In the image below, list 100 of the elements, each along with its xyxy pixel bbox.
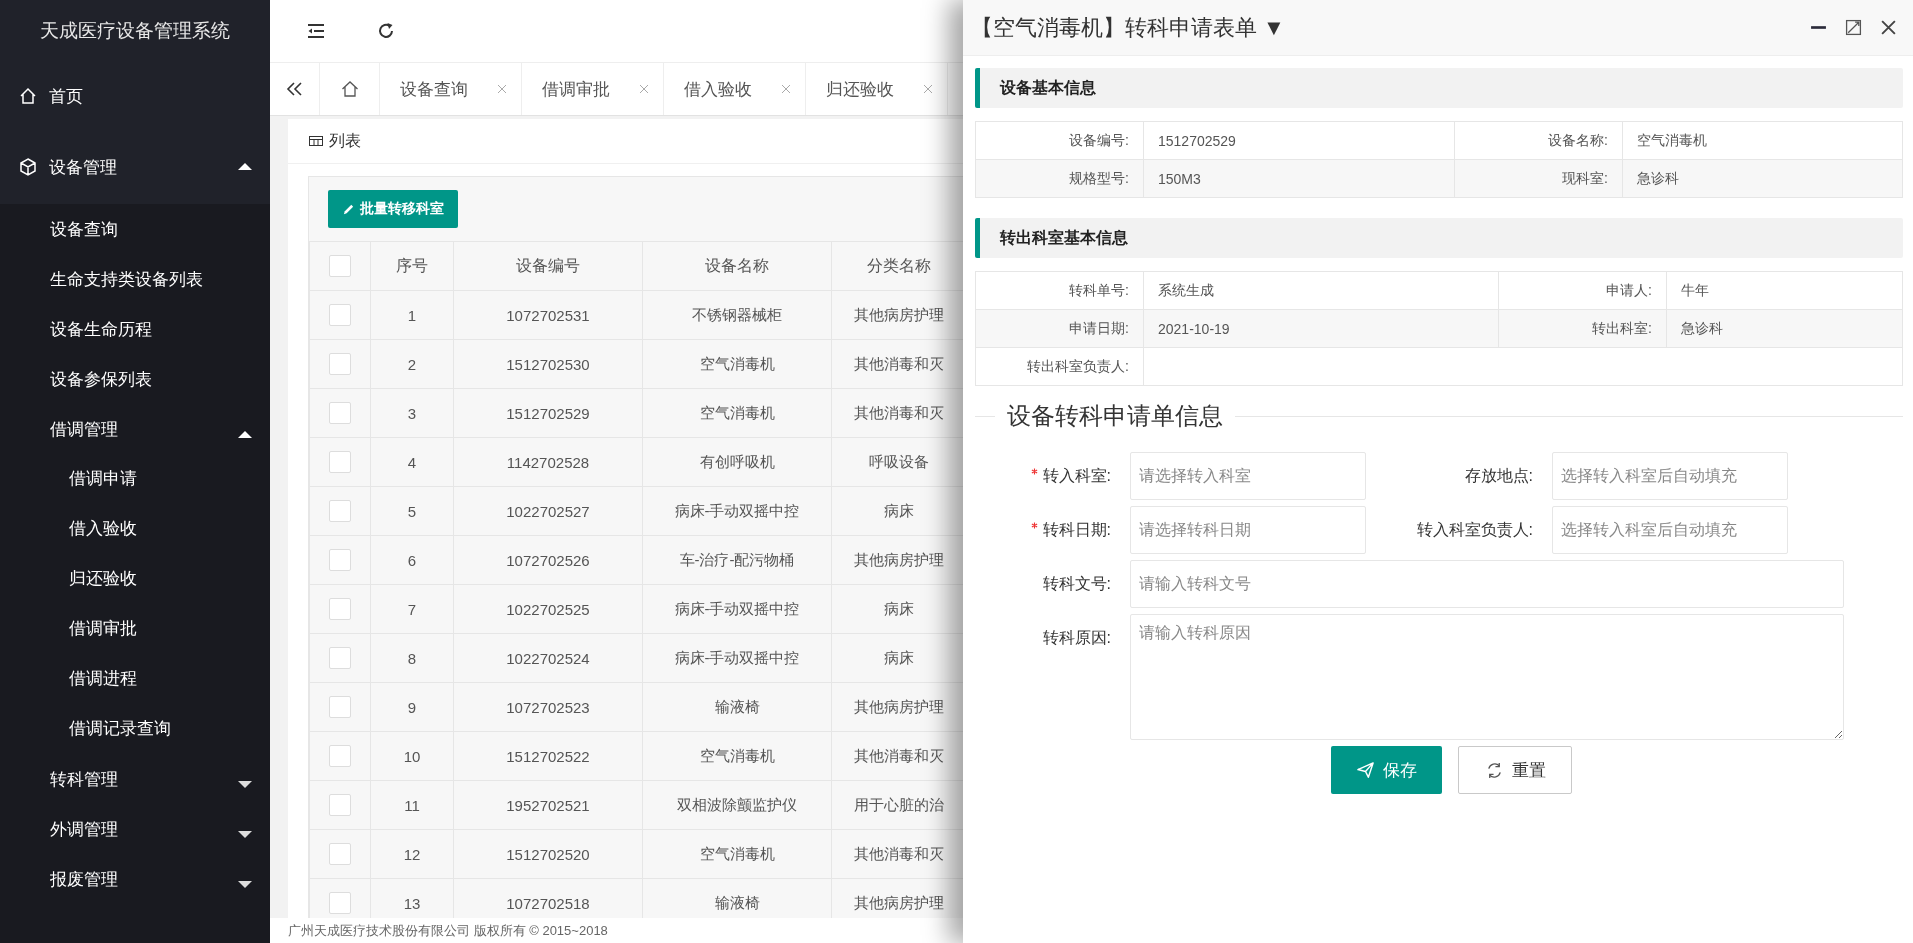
menu-item[interactable]: 借调进程 [0,654,270,704]
row-checkbox[interactable] [329,500,351,522]
select-all-checkbox[interactable] [329,255,351,277]
cube-icon [18,157,38,177]
row-checkbox[interactable] [329,598,351,620]
row-checkbox[interactable] [329,843,351,865]
field-value: 150M3 [1143,159,1455,198]
table-cell: 不锈钢器械柜 [642,290,832,340]
menu-item[interactable]: 设备管理 [0,130,270,204]
menu-item[interactable]: 设备生命历程 [0,304,270,354]
field-label: 设备名称: [1454,121,1623,160]
form-label: 转入科室负责人: [1416,521,1533,538]
menu-item[interactable]: 借调申请 [0,454,270,504]
table-cell: 有创呼吸机 [642,437,832,487]
row-checkbox[interactable] [329,647,351,669]
table-cell: 1 [370,290,454,340]
menu-item[interactable]: 借调审批 [0,604,270,654]
table-cell: 1142702528 [453,437,643,487]
table-cell: 1512702522 [453,731,643,781]
input-field[interactable]: 选择转入科室后自动填充 [1552,506,1788,554]
reset-button[interactable]: 重置 [1458,746,1572,794]
menu-item[interactable]: 转科管理 [0,754,270,804]
home-icon [339,79,360,99]
tab[interactable]: 设备查询 [380,63,522,115]
close-icon[interactable] [1880,19,1897,36]
column-header: 设备编号 [453,241,643,291]
menu-item[interactable]: 设备参保列表 [0,354,270,404]
table-cell: 6 [370,535,454,585]
tab[interactable]: 借入验收 [664,63,806,115]
panel-title: 列表 [329,130,361,151]
field-label: 转出科室: [1498,309,1667,348]
menu-item[interactable]: 归还验收 [0,554,270,604]
row-checkbox[interactable] [329,549,351,571]
table-cell: 1022702525 [453,584,643,634]
row-checkbox[interactable] [329,402,351,424]
field-label: 申请人: [1498,271,1667,310]
menu-item[interactable]: 报废管理 [0,854,270,904]
table-cell: 1022702527 [453,486,643,536]
table-cell: 4 [370,437,454,487]
menu-item[interactable]: 借调记录查询 [0,704,270,754]
input-field[interactable]: 选择转入科室后自动填充 [1552,452,1788,500]
table-cell: 5 [370,486,454,536]
menu-item[interactable]: 借入验收 [0,504,270,554]
menu-item[interactable]: 外调管理 [0,804,270,854]
form-label: 转科原因: [1042,629,1111,646]
table-cell: 11 [370,780,454,830]
maximize-icon[interactable] [1845,19,1862,36]
input-field[interactable]: 请选择转入科室 [1130,452,1366,500]
table-cell: 1512702520 [453,829,643,879]
field-label: 申请日期: [975,309,1144,348]
caret-icon [238,831,252,838]
field-label: 规格型号: [975,159,1144,198]
tab[interactable]: 借调审批 [522,63,664,115]
caret-icon [238,431,252,438]
form-label: 存放地点: [1464,467,1533,484]
row-checkbox[interactable] [329,451,351,473]
table-cell: 12 [370,829,454,879]
table-cell: 1512702530 [453,339,643,389]
reason-textarea[interactable]: 请输入转科原因 [1130,614,1844,740]
row-checkbox[interactable] [329,794,351,816]
table-cell: 1072702523 [453,682,643,732]
table-cell: 车-治疗-配污物桶 [642,535,832,585]
section-header: 转出科室基本信息 [975,218,1903,258]
menu-item[interactable]: 借调管理 [0,404,270,454]
caret-icon [238,881,252,888]
row-checkbox[interactable] [329,353,351,375]
menu-item[interactable]: 首页 [0,62,270,130]
input-field[interactable]: 请输入转科文号 [1130,560,1844,608]
table-cell: 1022702524 [453,633,643,683]
refresh-icon[interactable] [376,21,396,41]
field-label: 转出科室负责人: [975,347,1144,386]
table-cell: 3 [370,388,454,438]
field-value: 急诊科 [1666,309,1903,348]
table-cell: 病床-手动双摇中控 [642,584,832,634]
table-cell: 病床-手动双摇中控 [642,486,832,536]
field-value: 急诊科 [1622,159,1903,198]
send-icon [1356,760,1375,780]
table-cell: 空气消毒机 [642,388,832,438]
save-button[interactable]: 保存 [1331,746,1442,794]
input-field[interactable]: 请选择转科日期 [1130,506,1366,554]
row-checkbox[interactable] [329,696,351,718]
batch-transfer-button[interactable]: 批量转移科室 [328,190,458,228]
table-cell: 10 [370,731,454,781]
table-cell: 7 [370,584,454,634]
tab[interactable]: 归还验收 [806,63,948,115]
field-label: 转科单号: [975,271,1144,310]
table-cell: 1952702521 [453,780,643,830]
dialog-title: 【空气消毒机】转科申请表单 ▼ [971,13,1285,42]
row-checkbox[interactable] [329,745,351,767]
table-cell: 输液椅 [642,682,832,732]
field-value: 1512702529 [1143,121,1455,160]
table-cell: 空气消毒机 [642,339,832,389]
menu-icon[interactable] [306,21,326,41]
form-label: 转科日期: [1042,521,1111,538]
field-value: 2021-10-19 [1143,309,1499,348]
menu-item[interactable]: 生命支持类设备列表 [0,254,270,304]
row-checkbox[interactable] [329,892,351,914]
menu-item[interactable]: 设备查询 [0,204,270,254]
caret-icon [238,781,252,788]
row-checkbox[interactable] [329,304,351,326]
